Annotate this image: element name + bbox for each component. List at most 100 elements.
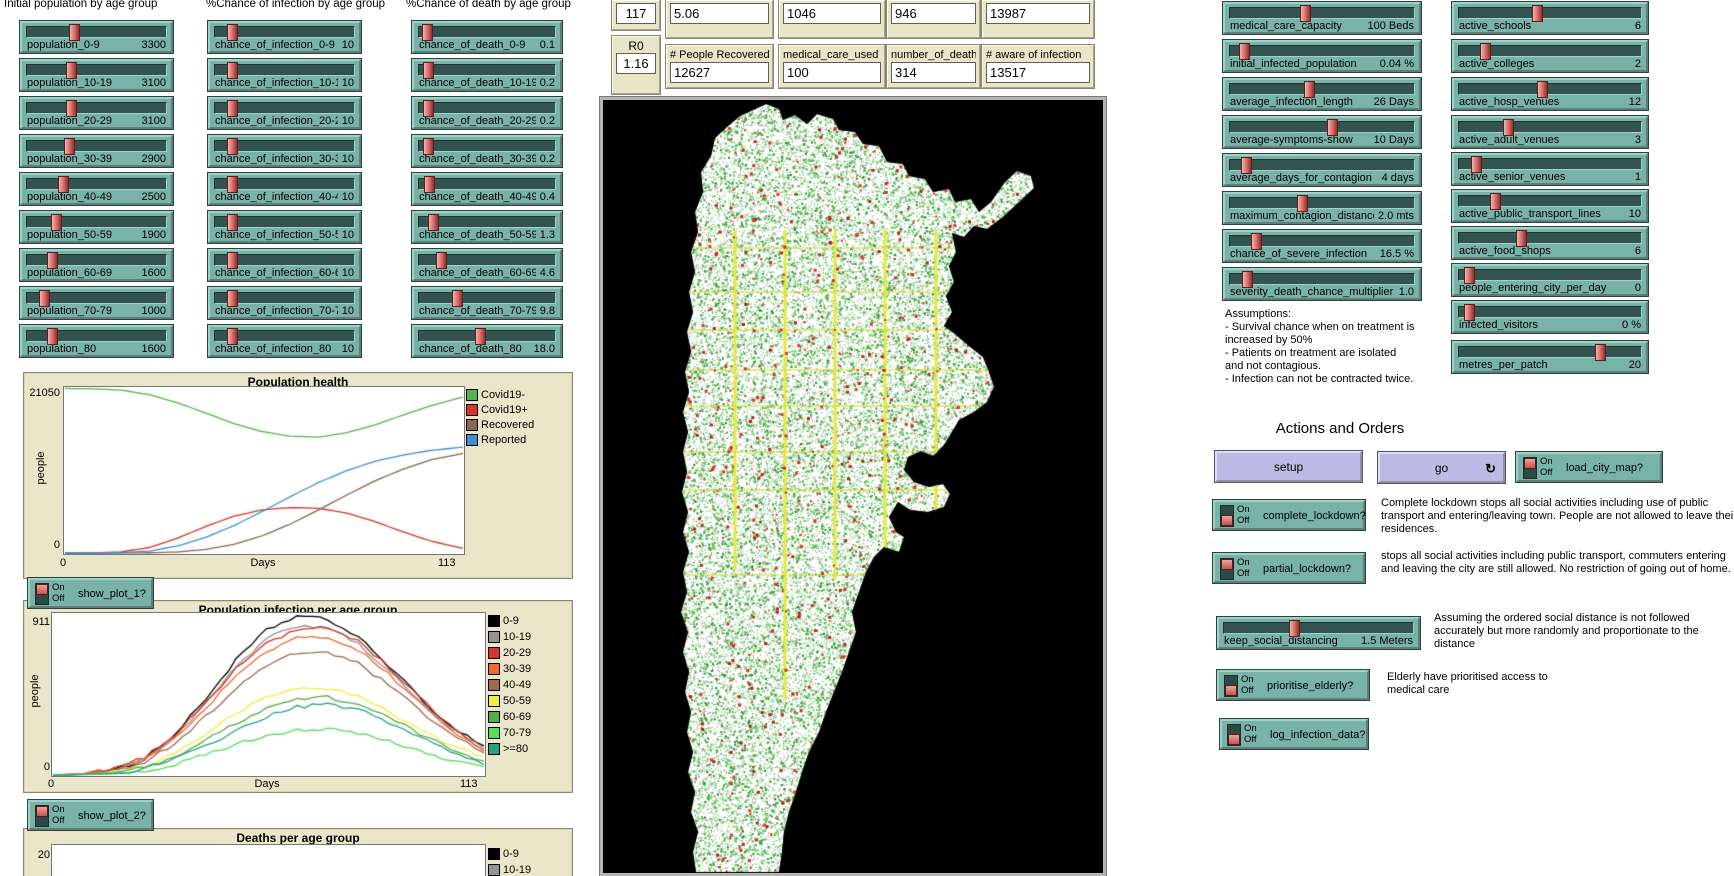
slider-active_colleges[interactable]: active_colleges2 bbox=[1452, 40, 1648, 72]
switch-handle[interactable] bbox=[1225, 685, 1237, 696]
slider-handle[interactable] bbox=[227, 328, 238, 345]
slider-handle[interactable] bbox=[1242, 271, 1253, 288]
slider-track[interactable] bbox=[418, 178, 556, 190]
slider-handle[interactable] bbox=[424, 176, 435, 193]
slider-handle[interactable] bbox=[428, 214, 439, 231]
slider-track[interactable] bbox=[214, 64, 355, 76]
slider-handle[interactable] bbox=[51, 214, 62, 231]
slider-handle[interactable] bbox=[66, 62, 77, 79]
slider-track[interactable] bbox=[26, 178, 167, 190]
slider-severity_death_chance_multiplier[interactable]: severity_death_chance_multiplier1.0 bbox=[1223, 268, 1421, 300]
slider-track[interactable] bbox=[418, 140, 556, 152]
slider-handle[interactable] bbox=[227, 252, 238, 269]
slider-handle[interactable] bbox=[227, 62, 238, 79]
slider-chance_of_death_30-39[interactable]: chance_of_death_30-390.2 bbox=[412, 135, 562, 167]
slider-average_days_for_contagion[interactable]: average_days_for_contagion4 days bbox=[1223, 154, 1421, 186]
slider-people_entering_city_per_day[interactable]: people_entering_city_per_day0 bbox=[1452, 264, 1648, 296]
slider-handle[interactable] bbox=[58, 176, 69, 193]
slider-track[interactable] bbox=[26, 140, 167, 152]
switch-handle[interactable] bbox=[36, 806, 48, 817]
slider-average_infection_length[interactable]: average_infection_length26 Days bbox=[1223, 78, 1421, 110]
switch-log_infection_data?[interactable]: OnOfflog_infection_data? bbox=[1220, 719, 1368, 749]
slider-track[interactable] bbox=[26, 330, 167, 342]
slider-track[interactable] bbox=[418, 216, 556, 228]
slider-handle[interactable] bbox=[423, 138, 434, 155]
slider-handle[interactable] bbox=[436, 252, 447, 269]
slider-handle[interactable] bbox=[1532, 5, 1543, 22]
slider-track[interactable] bbox=[26, 64, 167, 76]
slider-chance_of_death_0-9[interactable]: chance_of_death_0-90.1 bbox=[412, 21, 562, 53]
slider-track[interactable] bbox=[214, 330, 355, 342]
switch-handle[interactable] bbox=[1228, 734, 1240, 745]
slider-handle[interactable] bbox=[1239, 43, 1250, 60]
go-button[interactable]: go ↻ bbox=[1378, 452, 1505, 483]
slider-handle[interactable] bbox=[1241, 157, 1252, 174]
slider-track[interactable] bbox=[1229, 121, 1415, 133]
slider-chance_of_infection_20-29[interactable]: chance_of_infection_20-2910 bbox=[208, 97, 361, 129]
slider-track[interactable] bbox=[1458, 195, 1642, 207]
slider-track[interactable] bbox=[1229, 159, 1415, 171]
slider-handle[interactable] bbox=[227, 290, 238, 307]
slider-track[interactable] bbox=[26, 102, 167, 114]
slider-track[interactable] bbox=[1458, 232, 1642, 244]
slider-track[interactable] bbox=[1458, 306, 1642, 318]
slider-handle[interactable] bbox=[227, 214, 238, 231]
slider-handle[interactable] bbox=[227, 138, 238, 155]
slider-track[interactable] bbox=[1458, 7, 1642, 19]
slider-chance_of_infection_40-49[interactable]: chance_of_infection_40-4910 bbox=[208, 173, 361, 205]
slider-handle[interactable] bbox=[39, 290, 50, 307]
slider-chance_of_infection_80[interactable]: chance_of_infection_8010 bbox=[208, 325, 361, 357]
slider-track[interactable] bbox=[418, 292, 556, 304]
switch-load_city_map?[interactable]: OnOffload_city_map? bbox=[1516, 452, 1662, 482]
slider-track[interactable] bbox=[1229, 7, 1415, 19]
slider-handle[interactable] bbox=[1480, 43, 1491, 60]
slider-track[interactable] bbox=[1458, 269, 1642, 281]
slider-infected_visitors[interactable]: infected_visitors0 % bbox=[1452, 301, 1648, 333]
switch-prioritise_elderly?[interactable]: OnOffprioritise_elderly? bbox=[1217, 670, 1369, 700]
slider-track[interactable] bbox=[214, 216, 355, 228]
slider-population_30-39[interactable]: population_30-392900 bbox=[20, 135, 173, 167]
slider-active_adult_venues[interactable]: active_adult_venues3 bbox=[1452, 116, 1648, 148]
slider-track[interactable] bbox=[418, 102, 556, 114]
switch-handle[interactable] bbox=[36, 584, 48, 595]
slider-population_40-49[interactable]: population_40-492500 bbox=[20, 173, 173, 205]
slider-active_schools[interactable]: active_schools6 bbox=[1452, 2, 1648, 34]
slider-track[interactable] bbox=[418, 64, 556, 76]
slider-chance_of_infection_30-39[interactable]: chance_of_infection_30-3910 bbox=[208, 135, 361, 167]
slider-handle[interactable] bbox=[1300, 5, 1311, 22]
slider-handle[interactable] bbox=[1490, 193, 1501, 210]
switch-partial_lockdown?[interactable]: OnOffpartial_lockdown? bbox=[1213, 553, 1365, 583]
slider-handle[interactable] bbox=[1516, 230, 1527, 247]
switch-show_plot_2?[interactable]: OnOffshow_plot_2? bbox=[28, 800, 153, 830]
slider-handle[interactable] bbox=[66, 100, 77, 117]
slider-chance_of_infection_10-19[interactable]: chance_of_infection_10-1910 bbox=[208, 59, 361, 91]
slider-chance_of_death_20-29[interactable]: chance_of_death_20-290.2 bbox=[412, 97, 562, 129]
slider-track[interactable] bbox=[1458, 121, 1642, 133]
slider-track[interactable] bbox=[214, 102, 355, 114]
slider-track[interactable] bbox=[1229, 235, 1415, 247]
slider-handle[interactable] bbox=[1537, 81, 1548, 98]
slider-track[interactable] bbox=[418, 330, 556, 342]
slider-keep_social_distancing[interactable]: keep_social_distancing1.5 Meters bbox=[1217, 617, 1420, 649]
slider-population_60-69[interactable]: population_60-691600 bbox=[20, 249, 173, 281]
slider-handle[interactable] bbox=[227, 24, 238, 41]
switch-handle[interactable] bbox=[1221, 515, 1233, 526]
slider-metres_per_patch[interactable]: metres_per_patch20 bbox=[1452, 341, 1648, 373]
slider-chance_of_severe_infection[interactable]: chance_of_severe_infection16.5 % bbox=[1223, 230, 1421, 262]
slider-track[interactable] bbox=[26, 292, 167, 304]
slider-track[interactable] bbox=[1229, 273, 1415, 285]
slider-handle[interactable] bbox=[47, 252, 58, 269]
switch-complete_lockdown?[interactable]: OnOffcomplete_lockdown? bbox=[1213, 500, 1365, 530]
slider-handle[interactable] bbox=[1464, 267, 1475, 284]
slider-chance_of_death_60-69[interactable]: chance_of_death_60-694.6 bbox=[412, 249, 562, 281]
slider-handle[interactable] bbox=[1251, 233, 1262, 250]
slider-population_80[interactable]: population_801600 bbox=[20, 325, 173, 357]
slider-initial_infected_population[interactable]: initial_infected_population0.04 % bbox=[1223, 40, 1421, 72]
slider-handle[interactable] bbox=[227, 100, 238, 117]
slider-handle[interactable] bbox=[1464, 304, 1475, 321]
slider-track[interactable] bbox=[418, 26, 556, 38]
slider-chance_of_death_80[interactable]: chance_of_death_8018.0 bbox=[412, 325, 562, 357]
slider-track[interactable] bbox=[214, 26, 355, 38]
slider-track[interactable] bbox=[214, 140, 355, 152]
switch-show_plot_1?[interactable]: OnOffshow_plot_1? bbox=[28, 578, 153, 608]
